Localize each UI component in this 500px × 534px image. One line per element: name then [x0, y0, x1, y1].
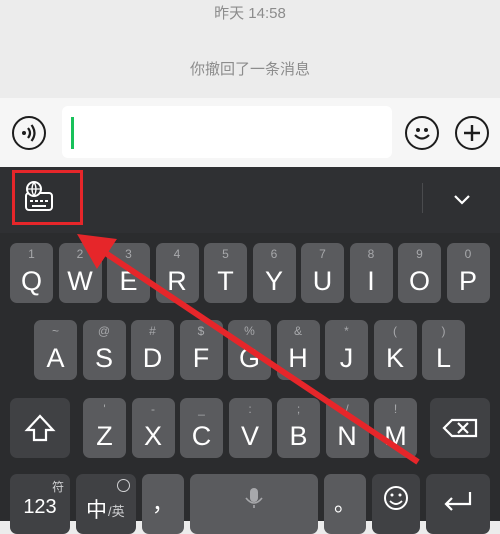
annotation-arrow	[77, 233, 420, 465]
